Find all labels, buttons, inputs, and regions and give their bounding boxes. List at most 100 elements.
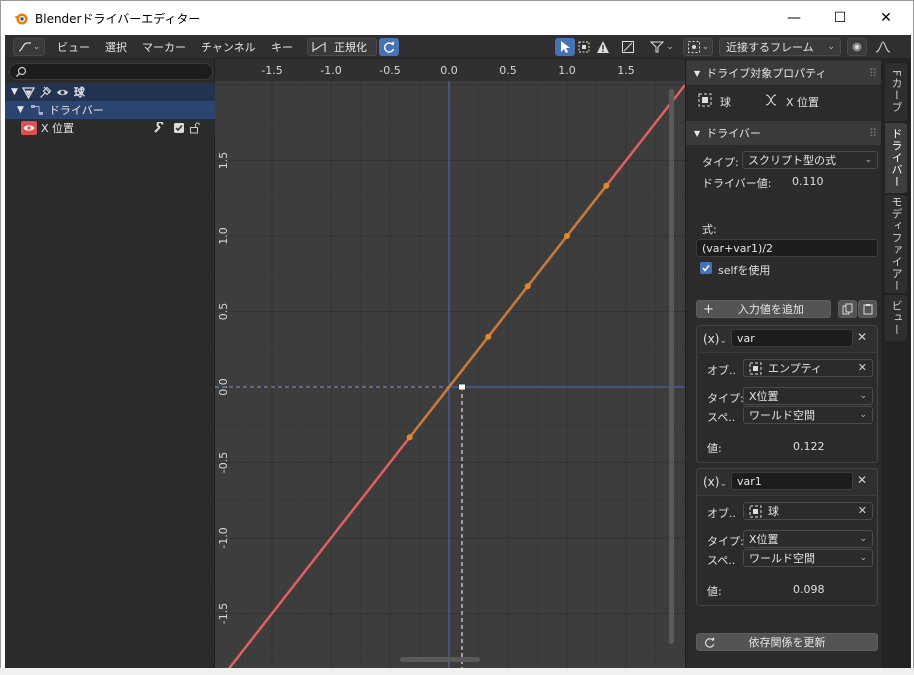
refresh-icon	[704, 637, 715, 648]
lock-open-icon[interactable]	[189, 122, 201, 134]
filter-icon	[650, 41, 665, 53]
driver-value-marker[interactable]	[458, 383, 466, 391]
transform-type-dropdown[interactable]: X位置 ⌄	[743, 530, 873, 548]
auto-normalize-button[interactable]	[379, 38, 399, 56]
proportional-edit-toggle[interactable]	[847, 38, 867, 56]
menu-channel[interactable]: チャンネル	[201, 38, 256, 56]
object-box-icon	[698, 93, 712, 107]
drive-target-panel-header[interactable]: ▼ ドライブ対象プロパティ ⠿	[686, 61, 882, 85]
variable-type-icon[interactable]: (x)⌄	[703, 475, 727, 489]
show-hidden-button[interactable]	[575, 38, 593, 56]
variable-type-icon[interactable]: (x)⌄	[703, 332, 727, 346]
view-fit-button[interactable]	[619, 38, 637, 56]
editor-type-dropdown[interactable]: ⌄	[13, 38, 45, 56]
normalize-toggle[interactable]: 正規化	[307, 38, 377, 56]
transform-space-dropdown[interactable]: ワールド空間 ⌄	[743, 549, 873, 567]
close-window-button[interactable]: ✕	[863, 1, 909, 35]
drag-handle-icon[interactable]: ⠿	[869, 127, 877, 140]
minimize-button[interactable]: —	[771, 1, 817, 35]
fcurve-keyframe-point[interactable]	[603, 182, 610, 189]
variable-card-var: (x)⌄ var ✕ オブ.. エンプティ ✕ タイプ: X位置 ⌄ スペ.. ワ…	[696, 325, 878, 463]
space-label: スペ..	[707, 554, 736, 567]
x-tick-label: -1.5	[261, 64, 282, 77]
eye-icon	[23, 125, 35, 131]
checkmark-icon	[702, 265, 710, 272]
expand-arrow-icon[interactable]: ▼	[11, 87, 18, 97]
channel-visibility-icon[interactable]	[21, 121, 37, 135]
variable-value: 0.098	[793, 583, 825, 596]
menu-marker[interactable]: マーカー	[142, 38, 186, 56]
drivers-group-row[interactable]: ▼ ドライバー	[5, 101, 215, 119]
space-label: スペ..	[707, 411, 736, 424]
tab-view[interactable]: ビュー	[885, 295, 907, 341]
fcurve-keyframe-point[interactable]	[524, 283, 531, 290]
object-label: オブ..	[707, 364, 736, 377]
update-dependencies-button[interactable]: 依存関係を更新	[696, 633, 878, 651]
wrench-icon[interactable]	[153, 122, 165, 134]
refresh-icon	[384, 41, 395, 53]
target-object-field[interactable]: 球 ✕	[743, 502, 873, 520]
use-self-label: selfを使用	[718, 264, 771, 277]
remove-variable-icon[interactable]: ✕	[857, 330, 867, 344]
pivot-dropdown[interactable]: ⌄	[683, 38, 713, 56]
drag-handle-icon[interactable]: ⠿	[869, 67, 877, 80]
y-tick-label: 1.0	[217, 227, 230, 245]
checkbox-checked-icon[interactable]	[173, 122, 185, 134]
driver-icon	[30, 104, 43, 115]
eye-icon[interactable]	[56, 86, 69, 99]
expression-input[interactable]: (var+var1)/2	[696, 239, 878, 257]
add-input-variable-button[interactable]: + 入力値を追加	[696, 300, 831, 318]
expand-arrow-icon[interactable]: ▼	[17, 105, 24, 115]
only-errors-button[interactable]	[594, 38, 612, 56]
channel-x-location-row[interactable]: X 位置	[5, 119, 215, 137]
menu-key[interactable]: キー	[271, 38, 293, 56]
use-self-checkbox[interactable]	[700, 262, 712, 274]
graph-view[interactable]: -1.5 -1.0 -0.5 0.0 0.5 1.0 1.5 1.5 1.0 0.5 0.0 -0.…	[215, 59, 685, 669]
clear-object-icon[interactable]: ✕	[858, 504, 867, 517]
fcurve-keyframe-point[interactable]	[485, 333, 492, 340]
object-label: オブ..	[707, 507, 736, 520]
driver-value: 0.110	[792, 175, 824, 188]
driver-type-label: タイプ:	[702, 156, 739, 169]
driver-value-label: ドライバー値:	[702, 177, 772, 190]
tab-modifiers[interactable]: モディファイアー	[885, 195, 907, 293]
transform-type-dropdown[interactable]: X位置 ⌄	[743, 387, 873, 405]
variable-card-var1: (x)⌄ var1 ✕ オブ.. 球 ✕ タイプ: X位置 ⌄ スペ.. ワールド…	[696, 468, 878, 606]
paste-variables-button[interactable]	[858, 300, 877, 318]
filter-dropdown[interactable]: ⌄	[647, 38, 677, 56]
maximize-button[interactable]: ☐	[817, 1, 863, 35]
tab-drivers[interactable]: ドライバー	[885, 123, 907, 193]
channel-object-row[interactable]: ▼ 球	[5, 83, 215, 101]
falloff-curve-icon	[875, 41, 891, 53]
only-selected-button[interactable]	[555, 38, 575, 56]
tab-fcurve[interactable]: Fカーブ	[885, 63, 907, 121]
variable-name-input[interactable]: var	[731, 329, 853, 347]
object-box-icon	[749, 505, 762, 518]
x-tick-label: 0.0	[440, 64, 458, 77]
mesh-object-icon	[21, 86, 35, 99]
blender-logo-icon	[14, 13, 28, 25]
horizontal-scrollbar[interactable]	[400, 657, 480, 662]
target-object-field[interactable]: エンプティ ✕	[743, 359, 873, 377]
falloff-dropdown[interactable]	[869, 38, 897, 56]
menu-view[interactable]: ビュー	[57, 38, 90, 56]
clear-object-icon[interactable]: ✕	[858, 361, 867, 374]
transform-space-dropdown[interactable]: ワールド空間 ⌄	[743, 406, 873, 424]
graph-canvas[interactable]: -1.5 -1.0 -0.5 0.0 0.5 1.0 1.5 1.51.00.50.0-0.…	[215, 59, 685, 669]
fcurve-keyframe-point[interactable]	[406, 434, 413, 441]
driver-type-dropdown[interactable]: スクリプト型の式 ⌄	[742, 151, 878, 169]
driver-panel-header[interactable]: ▼ ドライバー ⠿	[686, 121, 882, 145]
menu-select[interactable]: 選択	[105, 38, 127, 56]
remove-variable-icon[interactable]: ✕	[857, 473, 867, 487]
vertical-scrollbar[interactable]	[669, 89, 674, 644]
pin-icon[interactable]	[39, 86, 52, 99]
x-tick-label: 0.5	[499, 64, 517, 77]
snap-dropdown[interactable]: 近接するフレーム ⌄	[719, 38, 841, 56]
fcurve-keyframe-point[interactable]	[564, 233, 570, 239]
copy-variables-button[interactable]	[838, 300, 857, 318]
expression-label: 式:	[702, 223, 717, 236]
sidebar-tabs: Fカーブ ドライバー モディファイアー ビュー	[881, 59, 911, 669]
variable-name-input[interactable]: var1	[731, 472, 853, 490]
channel-search-input[interactable]	[9, 63, 213, 80]
empty-object-icon	[749, 362, 762, 375]
